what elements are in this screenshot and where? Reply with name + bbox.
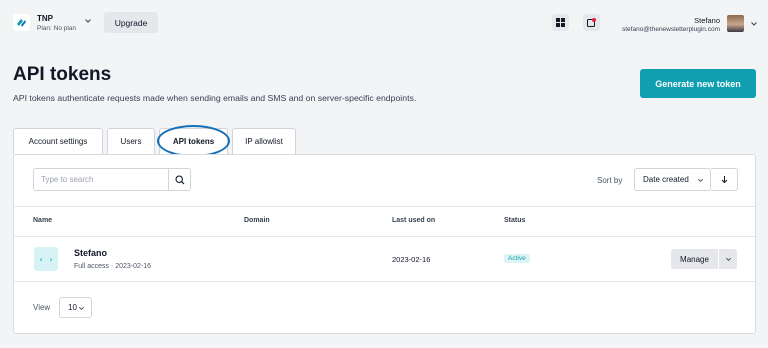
status-badge: Active bbox=[504, 254, 530, 263]
user-name: Stefano bbox=[694, 16, 720, 25]
page-size-value: 10 bbox=[68, 303, 77, 312]
tab-ip-allowlist[interactable]: IP allowlist bbox=[232, 128, 296, 154]
sort-select[interactable]: Date created bbox=[634, 168, 711, 191]
token-created: 2023-02-16 bbox=[115, 263, 152, 270]
search-button[interactable] bbox=[168, 169, 191, 190]
column-header-status: Status bbox=[504, 217, 526, 224]
page-description: API tokens authenticate requests made wh… bbox=[13, 93, 417, 103]
token-last-used: 2023-02-16 bbox=[392, 255, 431, 264]
org-plan: Plan: No plan bbox=[37, 25, 77, 32]
arrow-down-icon bbox=[721, 176, 727, 184]
token-name[interactable]: Stefano bbox=[74, 248, 107, 258]
chevron-down-icon bbox=[79, 306, 84, 310]
grid-icon[interactable] bbox=[552, 14, 569, 31]
top-bar: TNP Plan: No plan Upgrade Stefano stefan… bbox=[0, 0, 768, 46]
tab-users[interactable]: Users bbox=[107, 128, 155, 154]
upgrade-button[interactable]: Upgrade bbox=[104, 12, 158, 33]
divider bbox=[14, 281, 755, 282]
token-meta: Full access · 2023-02-16 bbox=[74, 263, 151, 270]
chevron-down-icon bbox=[725, 257, 731, 261]
column-header-name: Name bbox=[33, 217, 53, 224]
chevron-down-icon[interactable] bbox=[84, 17, 92, 25]
manage-button[interactable]: Manage bbox=[671, 249, 718, 269]
token-access: Full access bbox=[74, 263, 110, 270]
avatar[interactable] bbox=[727, 15, 744, 32]
sort-label: Sort by bbox=[597, 176, 623, 185]
divider bbox=[14, 236, 755, 237]
manage-menu-button[interactable] bbox=[719, 249, 737, 269]
notification-icon[interactable] bbox=[583, 14, 600, 31]
user-email: stefano@thenewsletterplugin.com bbox=[621, 26, 720, 33]
org-name[interactable]: TNP bbox=[37, 14, 53, 23]
column-header-domain: Domain bbox=[244, 217, 270, 224]
search-box bbox=[33, 168, 191, 191]
tab-account-settings[interactable]: Account settings bbox=[13, 128, 103, 154]
sort-direction-button[interactable] bbox=[711, 168, 738, 191]
view-label: View bbox=[33, 303, 51, 312]
page-title: API tokens bbox=[13, 64, 112, 85]
column-header-last-used: Last used on bbox=[392, 217, 436, 224]
divider bbox=[14, 206, 755, 207]
chevron-down-icon[interactable] bbox=[750, 20, 758, 28]
search-icon bbox=[175, 174, 185, 184]
chevron-down-icon bbox=[698, 178, 703, 182]
logo-icon[interactable] bbox=[13, 14, 30, 31]
page-size-select[interactable]: 10 bbox=[59, 297, 92, 318]
generate-token-button[interactable]: Generate new token bbox=[640, 69, 756, 98]
tokens-card: Sort by Date created Name Domain Last us… bbox=[13, 154, 756, 334]
sort-value: Date created bbox=[643, 175, 689, 184]
highlight-circle bbox=[157, 125, 230, 157]
search-input[interactable] bbox=[34, 169, 168, 190]
code-brackets-icon: ‹ › bbox=[34, 247, 58, 271]
